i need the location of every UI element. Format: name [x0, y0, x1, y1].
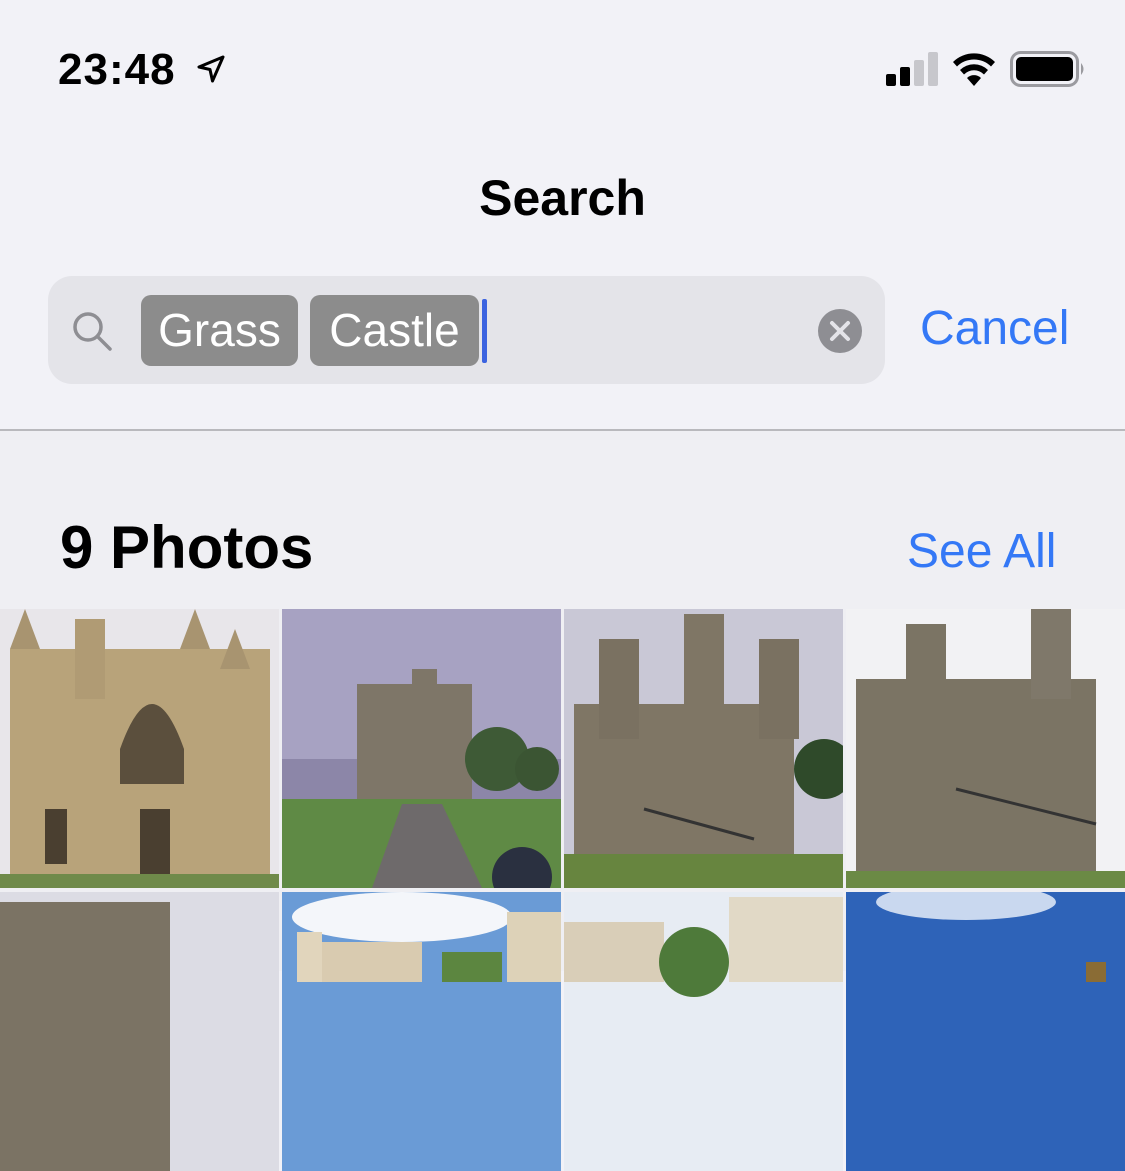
status-time: 23:48: [58, 45, 176, 94]
photo-thumbnail[interactable]: [0, 892, 279, 1171]
photo-thumbnail[interactable]: [846, 892, 1125, 1171]
photo-thumbnail[interactable]: [564, 609, 843, 888]
cellular-signal-icon: [886, 52, 938, 86]
see-all-button[interactable]: See All: [907, 522, 1056, 582]
cancel-button[interactable]: Cancel: [920, 298, 1069, 360]
search-token-grass[interactable]: Grass: [141, 295, 298, 366]
text-caret: [482, 299, 487, 363]
photo-thumbnail[interactable]: [564, 892, 843, 1171]
page-title: Search: [479, 170, 646, 226]
wifi-icon: [953, 53, 995, 86]
location-arrow-icon: [197, 55, 225, 83]
section-title: 9 Photos: [60, 514, 314, 581]
photo-thumbnail[interactable]: [0, 609, 279, 888]
clear-icon[interactable]: [817, 308, 863, 354]
photo-thumbnail[interactable]: [282, 892, 561, 1171]
search-icon: [73, 312, 112, 351]
photo-thumbnail[interactable]: [282, 609, 561, 888]
status-bar: 23:48: [0, 0, 1125, 140]
battery-icon: [1010, 51, 1084, 87]
search-token-castle[interactable]: Castle: [310, 295, 479, 366]
photo-thumbnail[interactable]: [846, 609, 1125, 888]
